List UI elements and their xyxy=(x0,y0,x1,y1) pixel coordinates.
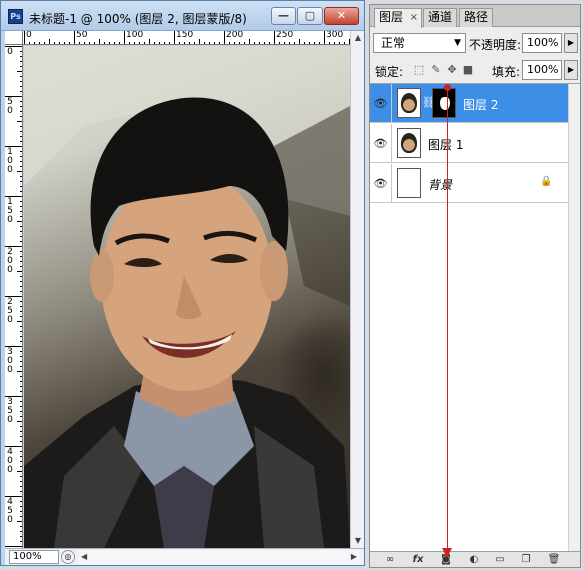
tab-close-icon[interactable]: × xyxy=(410,9,418,26)
status-menu-icon[interactable]: ◎ xyxy=(61,550,75,564)
scroll-down-icon[interactable]: ▼ xyxy=(351,534,365,548)
layer-row-layer-1[interactable]: 👁 图层 1 xyxy=(370,124,568,163)
layers-panel: 图层 × 通道 路径 正常 ▼ 不透明度: 100% ▶ 锁定: ⬚ ✎ ✥ ■… xyxy=(369,4,581,568)
ruler-label: 0 xyxy=(26,31,32,40)
zoom-level-field[interactable]: 100% xyxy=(9,550,59,564)
horizontal-ruler[interactable]: 0 50 100 150 200 250 300 xyxy=(23,31,350,45)
photoshop-app-icon: Ps xyxy=(8,9,23,24)
image-canvas[interactable] xyxy=(24,46,350,548)
new-layer-icon[interactable]: ❐ xyxy=(518,553,534,567)
document-title: 未标题-1 @ 100% (图层 2, 图层蒙版/8) xyxy=(29,12,247,26)
eye-icon[interactable]: 👁 xyxy=(370,164,392,203)
tab-label: 路径 xyxy=(464,10,489,24)
ruler-label: 250 xyxy=(276,31,294,40)
lock-position-icon[interactable]: ✥ xyxy=(446,63,458,76)
layer-name: 图层 2 xyxy=(463,98,499,112)
maximize-icon: ▢ xyxy=(304,9,316,22)
layer-name: 图层 1 xyxy=(428,138,464,152)
ruler-label: 5 0 xyxy=(7,97,13,116)
ruler-label: 4 5 0 xyxy=(7,497,13,525)
tab-paths[interactable]: 路径 xyxy=(459,8,493,27)
layer-row-background[interactable]: 👁 背景 🔒 xyxy=(370,164,568,203)
blend-mode-select[interactable]: 正常 ▼ xyxy=(373,33,466,53)
fill-slider-button[interactable]: ▶ xyxy=(564,60,578,80)
layer-thumbnail xyxy=(397,128,421,158)
ruler-label: 2 5 0 xyxy=(7,297,13,325)
opacity-label: 不透明度: xyxy=(469,38,522,52)
dropdown-arrow-icon: ▼ xyxy=(454,38,461,48)
ruler-origin[interactable] xyxy=(5,31,23,45)
maximize-button[interactable]: ▢ xyxy=(297,7,323,25)
lock-all-icon[interactable]: ■ xyxy=(462,63,474,76)
layer-name: 背景 xyxy=(428,178,453,192)
title-bar[interactable]: Ps 未标题-1 @ 100% (图层 2, 图层蒙版/8) — ▢ ✕ xyxy=(1,1,364,31)
layer-thumbnail xyxy=(397,88,421,118)
portrait-photo xyxy=(24,46,350,548)
ruler-label: 50 xyxy=(76,31,88,40)
vertical-ruler[interactable]: 0 5 0 1 0 0 1 5 0 2 0 0 2 5 0 3 0 0 3 5 0 4 0 0 4… xyxy=(5,45,23,548)
close-icon: ✕ xyxy=(336,9,347,22)
layer-list: 👁 ⛓ 图层 2 👁 图层 1 👁 背景 🔒 xyxy=(370,83,580,554)
tab-layers[interactable]: 图层 × xyxy=(374,8,422,28)
ruler-label: 0 xyxy=(7,47,13,57)
eye-icon[interactable]: 👁 xyxy=(370,124,392,163)
ruler-label: 300 xyxy=(326,31,344,40)
fx-icon[interactable]: fx xyxy=(410,553,426,567)
layer-list-scrollbar[interactable] xyxy=(568,84,580,554)
layer-row-layer-2[interactable]: 👁 ⛓ 图层 2 xyxy=(370,84,568,123)
layer-mask-thumbnail[interactable] xyxy=(432,88,456,118)
scroll-right-icon[interactable]: ▶ xyxy=(351,550,357,564)
lock-transparency-icon[interactable]: ⬚ xyxy=(413,63,425,76)
close-button[interactable]: ✕ xyxy=(324,7,359,25)
trash-icon[interactable]: 🗑 xyxy=(546,553,562,567)
lock-label: 锁定: xyxy=(375,65,404,79)
vertical-scrollbar[interactable]: ▲ ▼ xyxy=(350,31,364,548)
layer-thumbnail xyxy=(397,168,421,198)
fill-input[interactable]: 100% xyxy=(522,60,562,80)
ruler-label: 2 0 0 xyxy=(7,247,13,275)
minimize-icon: — xyxy=(278,9,289,22)
opacity-slider-button[interactable]: ▶ xyxy=(564,33,578,53)
ruler-label: 3 0 0 xyxy=(7,347,13,375)
tab-channels[interactable]: 通道 xyxy=(423,8,457,27)
adjustment-layer-icon[interactable]: ◐ xyxy=(466,553,482,567)
link-layers-icon[interactable]: ∞ xyxy=(382,553,398,567)
ruler-label: 4 0 0 xyxy=(7,447,13,475)
ruler-label: 3 5 0 xyxy=(7,397,13,425)
fill-label: 填充: xyxy=(492,65,521,79)
scroll-up-icon[interactable]: ▲ xyxy=(351,31,365,45)
horizontal-scrollbar[interactable]: ◀ ▶ xyxy=(79,550,359,564)
ruler-label: 1 0 0 xyxy=(7,147,13,175)
tab-label: 通道 xyxy=(428,10,453,24)
status-bar: 100% ◎ ◀ ▶ xyxy=(5,548,364,565)
ruler-label: 150 xyxy=(176,31,194,40)
eye-icon[interactable]: 👁 xyxy=(370,84,392,123)
blend-mode-value: 正常 xyxy=(381,36,406,50)
panel-tab-bar: 图层 × 通道 路径 xyxy=(370,5,580,28)
ruler-label: 200 xyxy=(226,31,244,40)
lock-icon: 🔒 xyxy=(540,176,553,187)
opacity-input[interactable]: 100% xyxy=(522,33,562,53)
layers-toolbar: ∞ fx ◙ ◐ ▭ ❐ 🗑 xyxy=(370,551,580,567)
annotation-arrow-head xyxy=(442,548,452,558)
ruler-label: 100 xyxy=(126,31,144,40)
group-icon[interactable]: ▭ xyxy=(492,553,508,567)
scroll-left-icon[interactable]: ◀ xyxy=(81,550,87,564)
minimize-button[interactable]: — xyxy=(271,7,296,25)
annotation-arrow-line xyxy=(447,86,448,556)
ruler-label: 1 5 0 xyxy=(7,197,13,225)
tab-label: 图层 xyxy=(379,10,404,24)
document-window: Ps 未标题-1 @ 100% (图层 2, 图层蒙版/8) — ▢ ✕ 0 5… xyxy=(0,0,365,566)
lock-paint-icon[interactable]: ✎ xyxy=(430,63,442,76)
